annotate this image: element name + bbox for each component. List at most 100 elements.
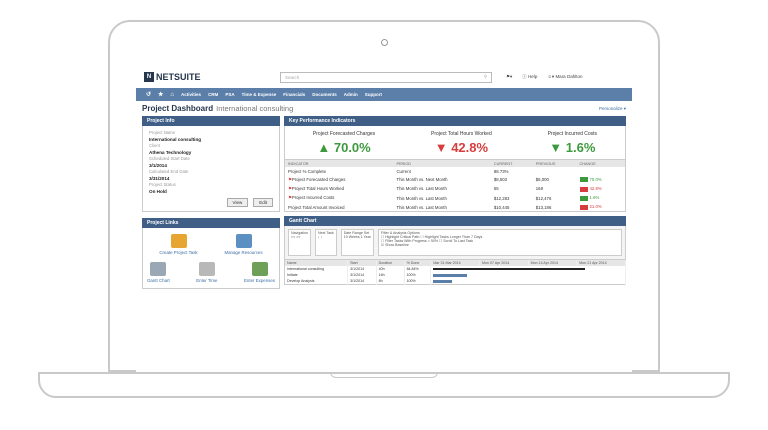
project-links-panel: Create Project Task Manage Resources Gan…	[142, 228, 280, 289]
next-task-group: Next Task ↓ ↑	[314, 229, 337, 257]
gantt-table: Name Start Duration % Done Mar 31 Mar 20…	[284, 260, 626, 286]
help-link[interactable]: ⓘ Help	[522, 74, 537, 80]
nav-item-support[interactable]: Support	[365, 92, 382, 97]
change-cell: 70.0%	[577, 175, 626, 184]
logo-text: NETSUITE	[156, 72, 201, 82]
view-button[interactable]: View	[226, 198, 249, 207]
indicator-cell: ⚑Project Incurred Costs	[285, 194, 394, 203]
kpi-label: Project Total Hours Worked	[431, 131, 492, 137]
global-search-input[interactable]: Search ⚲	[280, 71, 492, 83]
range-10-weeks[interactable]: 10 Weeks	[344, 235, 360, 239]
gantt-row[interactable]: Develop Analysis 3/1/2014 8h 100%	[284, 278, 626, 285]
kpi-value: ▼ 42.8%	[431, 140, 492, 155]
table-header-row: INDICATOR PERIOD CURRENT PREVIOUS CHANGE	[284, 160, 626, 167]
main-nav: ↺ ★ ⌂ Activities CRM PSA Time & Expense …	[136, 88, 632, 101]
nav-item-documents[interactable]: Documents	[312, 92, 337, 97]
favorites-star-icon[interactable]: ★	[158, 91, 163, 98]
nav-item-psa[interactable]: PSA	[225, 92, 234, 97]
indicator-cell: Project % Complete	[288, 168, 326, 174]
nav-arrows[interactable]: << >>	[291, 235, 308, 239]
task-start: 3/1/2014	[347, 278, 377, 285]
field-value: On Hold	[149, 189, 167, 194]
laptop-notch	[330, 372, 438, 378]
enter-time-link[interactable]: Enter Time	[196, 262, 217, 283]
kpi-number: 70.0%	[333, 140, 371, 155]
edit-button[interactable]: Edit	[253, 198, 273, 207]
period-cell: This Month vs. Last Month	[396, 195, 447, 201]
search-placeholder: Search	[285, 74, 300, 80]
column-header: CURRENT	[490, 160, 533, 167]
filter-options-group: Filter & Analysis Options ☐ Highlight Cr…	[377, 229, 622, 257]
arrow-down-icon: ▼	[434, 140, 448, 155]
field-value: 3/1/2014	[149, 163, 167, 168]
current-cell: 88.73%	[493, 168, 509, 174]
table-row[interactable]: ⚑Project Total Hours Worked This Month v…	[285, 184, 626, 193]
personalize-label: Personalize	[598, 105, 623, 111]
indicator-cell: ⚑Project Forecasted Charges	[285, 175, 394, 184]
recent-records-icon[interactable]: ⚑▾	[506, 74, 512, 80]
task-duration: 8h	[376, 278, 405, 285]
page-header: Project Dashboard International consulti…	[136, 101, 632, 116]
help-label: Help	[528, 74, 538, 79]
netsuite-logo[interactable]: N NETSUITE	[144, 72, 280, 82]
table-row[interactable]: ⚑Project Forecasted Charges This Month v…	[285, 175, 626, 184]
recent-icon[interactable]: ↺	[146, 91, 151, 98]
gantt-summary-bar[interactable]	[433, 268, 586, 271]
page-subtitle: International consulting	[216, 104, 294, 113]
nav-item-time-expense[interactable]: Time & Expense	[242, 92, 277, 97]
link-label: Manage Resources	[224, 250, 263, 255]
kpi-card[interactable]: Project Forecasted Charges ▲ 70.0%	[313, 131, 375, 155]
period-cell: This Month vs. Last Month	[396, 204, 447, 210]
range-options: 10 Weeks 1 Year	[344, 235, 371, 239]
link-label: Gantt Chart	[147, 278, 170, 283]
gantt-chart-link[interactable]: Gantt Chart	[147, 262, 170, 283]
nav-item-admin[interactable]: Admin	[344, 92, 358, 97]
logo-mark: N	[144, 72, 154, 82]
collapse-expand-controls[interactable]: ↓ ↑	[318, 235, 334, 239]
current-cell: $12,283	[493, 195, 510, 201]
indicator-cell: Project Total Amount Invoiced	[288, 204, 345, 210]
range-1-year[interactable]: 1 Year	[361, 235, 371, 239]
period-cell: This Month vs. Next Month	[396, 177, 448, 183]
gantt-toolbar: Navigation << >> Next Task ↓ ↑ Date Rang…	[284, 226, 626, 261]
project-info-header: Project Info	[142, 116, 280, 126]
arrow-down-icon: ▼	[549, 140, 563, 155]
user-menu[interactable]: ☺▾ Mara Dahlton	[547, 74, 582, 80]
nav-item-financials[interactable]: Financials	[283, 92, 305, 97]
kpi-meters: Project Forecasted Charges ▲ 70.0% Proje…	[284, 126, 626, 160]
enter-expenses-link[interactable]: Enter Expenses	[244, 262, 275, 283]
home-icon[interactable]: ⌂	[170, 92, 174, 98]
field-value: 3/31/2014	[149, 176, 170, 181]
create-project-task-link[interactable]: Create Project Task	[147, 234, 210, 255]
filter-option[interactable]: ☑ Show Baseline	[381, 243, 619, 247]
field-value: Athena Technology	[149, 150, 192, 155]
nav-item-crm[interactable]: CRM	[208, 92, 218, 97]
search-icon[interactable]: ⚲	[484, 74, 487, 80]
kpi-card[interactable]: Project Total Hours Worked ▼ 42.8%	[431, 131, 492, 155]
top-right-tools: ⚑▾ ⓘ Help ☺▾ Mara Dahlton	[506, 74, 582, 80]
expenses-icon	[251, 262, 268, 276]
table-row[interactable]: Project % Complete Current 88.73%	[285, 167, 626, 175]
indicator-text: Project Incurred Costs	[291, 195, 335, 201]
kpi-value: ▼ 1.6%	[548, 140, 597, 155]
kpi-card[interactable]: Project Incurred Costs ▼ 1.6%	[548, 131, 597, 155]
personalize-link[interactable]: Personalize ▾	[599, 106, 626, 112]
gantt-task-bar[interactable]	[433, 273, 468, 277]
column-header: INDICATOR	[284, 160, 394, 167]
link-label: Enter Expenses	[244, 278, 275, 283]
table-row[interactable]: ⚑Project Incurred Costs This Month vs. L…	[285, 194, 626, 203]
previous-cell: $13,186	[535, 204, 552, 210]
nav-item-activities[interactable]: Activities	[181, 92, 201, 97]
gantt-task-bar[interactable]	[433, 279, 453, 283]
table-row[interactable]: Project Total Amount Invoiced This Month…	[285, 203, 626, 212]
current-cell: 55	[493, 186, 499, 192]
indicator-text: Project Forecasted Charges	[291, 176, 346, 182]
change-up-badge	[579, 195, 588, 201]
manage-resources-link[interactable]: Manage Resources	[212, 234, 275, 255]
resources-icon	[235, 234, 252, 248]
link-label: Enter Time	[196, 278, 218, 283]
indicator-cell: ⚑Project Total Hours Worked	[285, 184, 394, 193]
current-cell: $10,445	[493, 204, 510, 210]
page-title: Project Dashboard	[142, 104, 214, 113]
previous-cell: $12,476	[535, 195, 552, 201]
